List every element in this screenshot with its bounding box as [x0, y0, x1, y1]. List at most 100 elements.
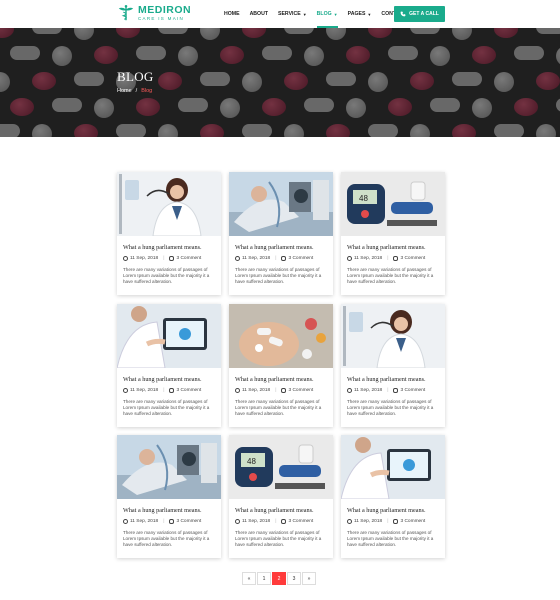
blog-post-title[interactable]: What a hung parliament means. — [347, 507, 426, 514]
meta-divider: | — [387, 388, 389, 393]
blog-post-image[interactable] — [117, 172, 221, 236]
nav-item-service[interactable]: SERVICE ▼ — [278, 0, 307, 28]
blog-post-title[interactable]: What a hung parliament means. — [235, 507, 314, 514]
comment-icon — [281, 519, 287, 524]
blog-post-image[interactable] — [117, 304, 221, 368]
blog-post-card[interactable]: What a hung parliament means. 11 Sep, 201… — [117, 435, 221, 558]
comment-icon — [281, 388, 287, 393]
blog-post-card[interactable]: What a hung parliament means. 11 Sep, 201… — [117, 172, 221, 295]
breadcrumb-separator: / — [135, 88, 138, 94]
meta-divider: | — [387, 256, 389, 261]
pagination-page-3[interactable]: 3 — [287, 572, 301, 585]
blog-post-comments[interactable]: 3 Comment — [288, 388, 313, 393]
blog-post-comments[interactable]: 3 Comment — [176, 256, 201, 261]
comment-icon — [169, 388, 175, 393]
brand-tagline: CARE IS MAIN — [138, 15, 185, 21]
blog-post-image[interactable]: 48 — [341, 172, 445, 236]
blog-post-meta: 11 Sep, 2018 | 3 Comment — [123, 256, 201, 261]
blog-post-date: 11 Sep, 2018 — [242, 256, 271, 261]
blog-post-comments[interactable]: 3 Comment — [288, 256, 313, 261]
blog-post-card[interactable]: What a hung parliament means. 11 Sep, 201… — [117, 304, 221, 427]
blog-post-excerpt: There are many variations of passages of… — [123, 267, 210, 285]
site-header: MEDIRON CARE IS MAIN HOME ABOUT SERVICE ▼ BL… — [0, 0, 560, 28]
blog-post-comments[interactable]: 3 Comment — [176, 519, 201, 524]
svg-text:48: 48 — [359, 194, 368, 203]
blog-post-date: 11 Sep, 2018 — [130, 256, 159, 261]
blog-post-comments[interactable]: 3 Comment — [400, 519, 425, 524]
pagination-prev-button[interactable]: « — [242, 572, 256, 585]
clock-icon — [123, 256, 128, 261]
comment-icon — [281, 256, 287, 261]
blog-post-title[interactable]: What a hung parliament means. — [123, 507, 202, 514]
blog-post-excerpt: There are many variations of passages of… — [235, 267, 322, 285]
blog-post-image[interactable] — [341, 304, 445, 368]
blog-post-title[interactable]: What a hung parliament means. — [123, 376, 202, 383]
blog-post-card[interactable]: What a hung parliament means. 11 Sep, 201… — [341, 304, 445, 427]
pagination-next-button[interactable]: » — [302, 572, 316, 585]
blog-post-excerpt: There are many variations of passages of… — [347, 399, 434, 417]
blog-post-image[interactable] — [341, 435, 445, 499]
clock-icon — [123, 388, 128, 393]
pagination-page-2[interactable]: 2 — [272, 572, 286, 585]
blog-post-title[interactable]: What a hung parliament means. — [347, 244, 426, 251]
blog-post-comments[interactable]: 3 Comment — [288, 519, 313, 524]
blog-post-date: 11 Sep, 2018 — [242, 388, 271, 393]
meta-divider: | — [387, 519, 389, 524]
brand-name: MEDIRON — [138, 4, 192, 16]
blog-post-image[interactable] — [229, 304, 333, 368]
blog-post-date: 11 Sep, 2018 — [354, 388, 383, 393]
blog-post-date: 11 Sep, 2018 — [130, 519, 159, 524]
nav-item-label: SERVICE — [278, 11, 301, 17]
blog-post-card[interactable]: 48 What a hung parliament means. 11 Sep, 2… — [341, 172, 445, 295]
nav-item-pages[interactable]: PAGES ▼ — [348, 0, 372, 28]
blog-post-excerpt: There are many variations of passages of… — [235, 399, 322, 417]
blog-post-meta: 11 Sep, 2018 | 3 Comment — [347, 519, 425, 524]
clock-icon — [123, 519, 128, 524]
comment-icon — [169, 519, 175, 524]
blog-post-title[interactable]: What a hung parliament means. — [123, 244, 202, 251]
nav-item-label: PAGES — [347, 11, 366, 17]
pagination: «1 2 3» — [242, 572, 316, 585]
blog-post-image[interactable] — [117, 435, 221, 499]
blog-post-meta: 11 Sep, 2018 | 3 Comment — [235, 388, 313, 393]
meta-divider: | — [275, 388, 277, 393]
nav-item-home[interactable]: HOME — [224, 0, 240, 28]
blog-post-meta: 11 Sep, 2018 | 3 Comment — [347, 388, 425, 393]
blog-post-card[interactable]: What a hung parliament means. 11 Sep, 201… — [229, 304, 333, 427]
blog-post-comments[interactable]: 3 Comment — [400, 388, 425, 393]
clock-icon — [347, 256, 352, 261]
chevron-down-icon: ▼ — [367, 11, 372, 17]
meta-divider: | — [275, 519, 277, 524]
blog-post-meta: 11 Sep, 2018 | 3 Comment — [235, 519, 313, 524]
blog-post-comments[interactable]: 3 Comment — [400, 256, 425, 261]
blog-post-title[interactable]: What a hung parliament means. — [235, 376, 314, 383]
pagination-page-1[interactable]: 1 — [257, 572, 271, 585]
blog-post-title[interactable]: What a hung parliament means. — [235, 244, 314, 251]
nav-item-about[interactable]: ABOUT — [250, 0, 268, 28]
comment-icon — [393, 519, 399, 524]
clock-icon — [235, 519, 240, 524]
nav-item-label: BLOG — [316, 11, 332, 17]
blog-post-card[interactable]: What a hung parliament means. 11 Sep, 201… — [341, 435, 445, 558]
meta-divider: | — [163, 388, 165, 393]
comment-icon — [393, 256, 399, 261]
nav-item-label: HOME — [224, 11, 240, 17]
get-a-call-label: GET A CALL — [409, 11, 439, 17]
blog-post-image[interactable]: 48 — [229, 435, 333, 499]
breadcrumb-home-link[interactable]: Home — [117, 88, 132, 94]
blog-post-card[interactable]: 48 What a hung parliament means. 11 Sep, 2… — [229, 435, 333, 558]
blog-post-comments[interactable]: 3 Comment — [176, 388, 201, 393]
clock-icon — [235, 388, 240, 393]
main-nav: HOMEABOUTSERVICE▼BLOG▼PAGES▼CONTACT — [224, 0, 416, 28]
brand-logo[interactable]: MEDIRON CARE IS MAIN — [117, 4, 191, 22]
blog-post-date: 11 Sep, 2018 — [354, 256, 383, 261]
blog-post-card[interactable]: What a hung parliament means. 11 Sep, 201… — [229, 172, 333, 295]
nav-item-blog[interactable]: BLOG ▼ — [316, 0, 338, 28]
blog-post-excerpt: There are many variations of passages of… — [123, 530, 210, 548]
nav-item-label: ABOUT — [249, 11, 269, 17]
blog-post-title[interactable]: What a hung parliament means. — [347, 376, 426, 383]
get-a-call-button[interactable]: GET A CALL — [394, 6, 445, 22]
blog-post-excerpt: There are many variations of passages of… — [347, 267, 434, 285]
blog-post-image[interactable] — [229, 172, 333, 236]
clock-icon — [347, 519, 352, 524]
